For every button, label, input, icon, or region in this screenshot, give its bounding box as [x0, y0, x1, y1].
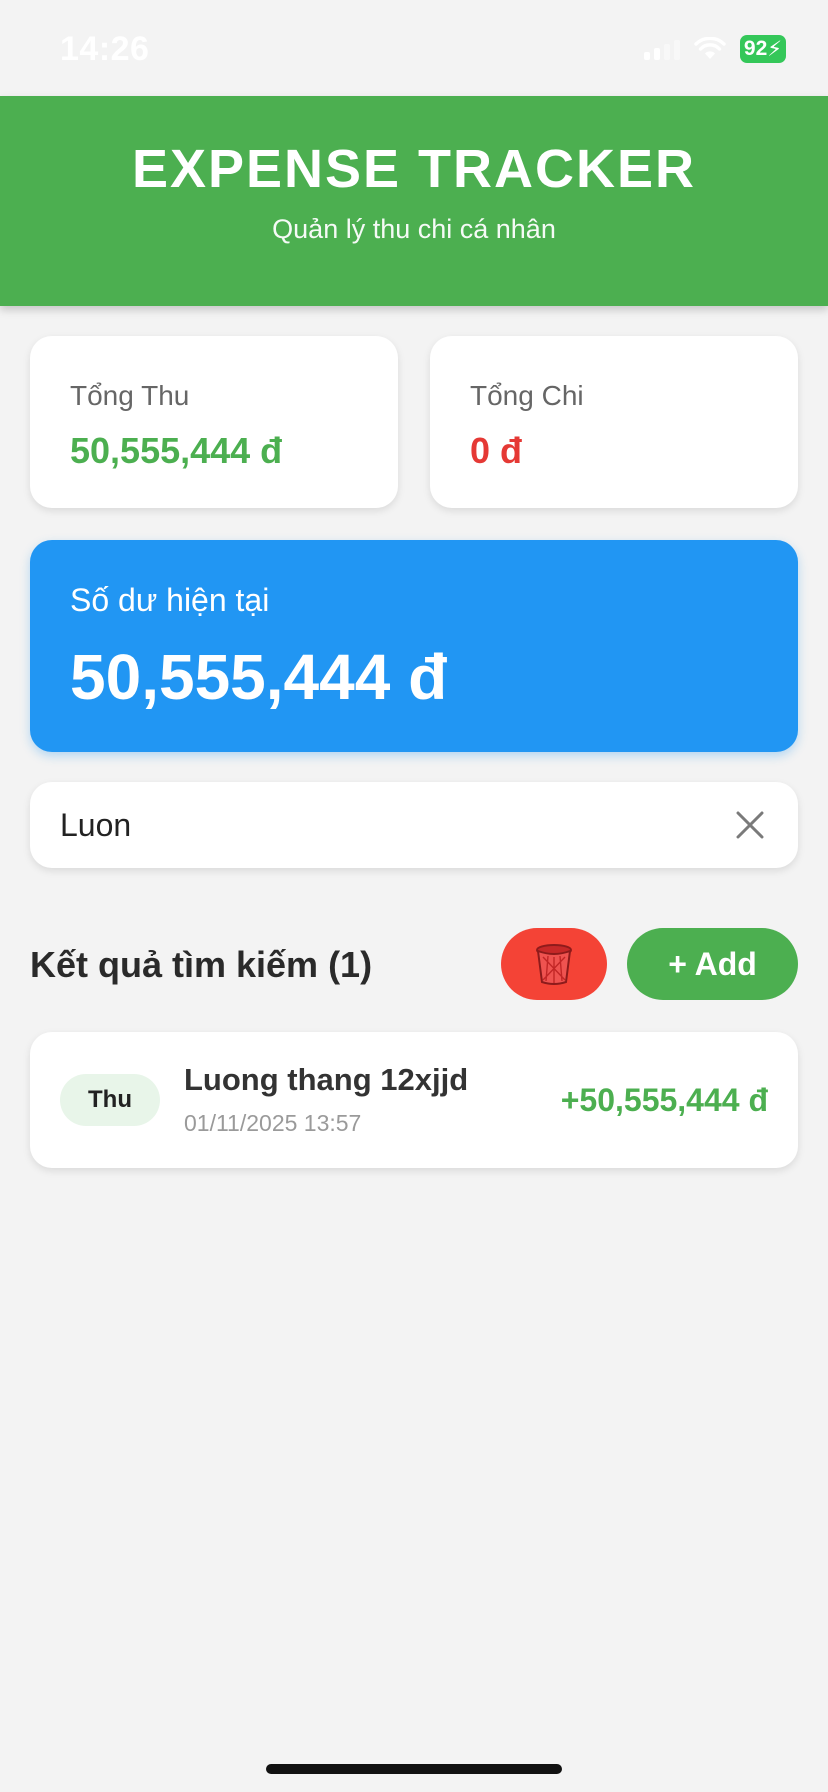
- trash-icon: [536, 944, 572, 985]
- expense-card: Tổng Chi 0 đ: [430, 336, 798, 508]
- status-icons: 92 ⚡: [643, 34, 786, 64]
- clear-search-button[interactable]: [726, 801, 774, 849]
- balance-card: Số dư hiện tại 50,555,444 đ: [30, 540, 798, 752]
- transaction-item[interactable]: Thu Luong thang 12xjjd 01/11/2025 13:57 …: [30, 1032, 798, 1168]
- search-box: [30, 782, 798, 868]
- income-card: Tổng Thu 50,555,444 đ: [30, 336, 398, 508]
- balance-label: Số dư hiện tại: [70, 582, 270, 618]
- battery-level: 92: [743, 37, 768, 60]
- home-indicator[interactable]: [266, 1764, 562, 1774]
- transaction-datetime: 01/11/2025 13:57: [184, 1110, 362, 1136]
- charging-icon: ⚡: [767, 37, 782, 61]
- expense-label: Tổng Chi: [470, 380, 584, 411]
- transaction-type-badge: Thu: [60, 1074, 160, 1126]
- balance-value: 50,555,444 đ: [70, 641, 448, 713]
- close-icon: [736, 811, 764, 839]
- search-input[interactable]: [60, 782, 680, 868]
- battery-indicator: 92 ⚡: [739, 35, 786, 63]
- delete-button[interactable]: [501, 928, 607, 1000]
- status-time: 14:26: [60, 30, 150, 68]
- signal-icon: [643, 38, 680, 60]
- app-subtitle: Quản lý thu chi cá nhân: [272, 214, 556, 244]
- wifi-icon: [694, 37, 726, 59]
- app-title: EXPENSE TRACKER: [131, 139, 697, 199]
- app-header: EXPENSE TRACKER Quản lý thu chi cá nhân: [0, 96, 828, 306]
- status-bar: 14:26 92 ⚡: [0, 0, 828, 96]
- add-button[interactable]: + Add: [627, 928, 798, 1000]
- expense-value: 0 đ: [470, 430, 523, 471]
- income-label: Tổng Thu: [70, 380, 190, 411]
- results-title: Kết quả tìm kiếm (1): [30, 944, 373, 985]
- income-value: 50,555,444 đ: [70, 430, 283, 471]
- transaction-amount: +50,555,444 đ: [560, 1082, 768, 1118]
- app-screen: 14:26 92 ⚡ EXPENSE TRACKER Quản lý thu c…: [0, 0, 828, 1792]
- transaction-name: Luong thang 12xjjd: [184, 1062, 469, 1097]
